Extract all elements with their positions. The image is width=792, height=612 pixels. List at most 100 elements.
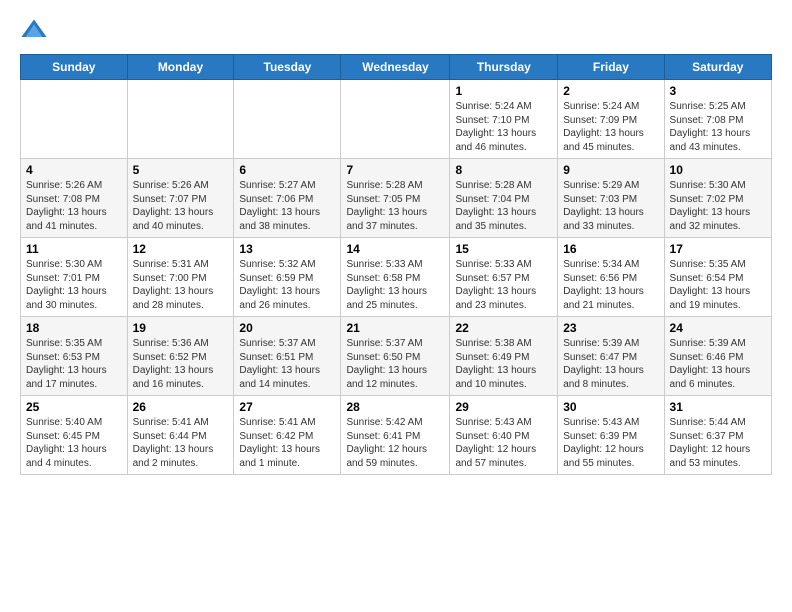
weekday-header-wednesday: Wednesday	[341, 55, 450, 80]
day-number: 23	[563, 321, 658, 335]
day-cell: 30 Sunrise: 5:43 AM Sunset: 6:39 PM Dayli…	[558, 396, 664, 475]
day-cell: 26 Sunrise: 5:41 AM Sunset: 6:44 PM Dayli…	[127, 396, 234, 475]
weekday-header-monday: Monday	[127, 55, 234, 80]
day-cell: 27 Sunrise: 5:41 AM Sunset: 6:42 PM Dayli…	[234, 396, 341, 475]
day-info: Sunrise: 5:34 AM Sunset: 6:56 PM Dayligh…	[563, 258, 658, 312]
day-number: 10	[670, 163, 766, 177]
day-info: Sunrise: 5:40 AM Sunset: 6:45 PM Dayligh…	[26, 416, 122, 470]
day-info: Sunrise: 5:28 AM Sunset: 7:05 PM Dayligh…	[346, 179, 444, 233]
day-cell	[127, 80, 234, 159]
day-cell: 10 Sunrise: 5:30 AM Sunset: 7:02 PM Dayli…	[664, 159, 771, 238]
day-number: 31	[670, 400, 766, 414]
day-cell: 18 Sunrise: 5:35 AM Sunset: 6:53 PM Dayli…	[21, 317, 128, 396]
day-info: Sunrise: 5:29 AM Sunset: 7:03 PM Dayligh…	[563, 179, 658, 233]
day-number: 24	[670, 321, 766, 335]
day-number: 1	[455, 84, 552, 98]
day-info: Sunrise: 5:43 AM Sunset: 6:39 PM Dayligh…	[563, 416, 658, 470]
logo-icon	[20, 16, 48, 44]
day-cell: 23 Sunrise: 5:39 AM Sunset: 6:47 PM Dayli…	[558, 317, 664, 396]
day-number: 5	[133, 163, 229, 177]
day-number: 3	[670, 84, 766, 98]
day-cell: 22 Sunrise: 5:38 AM Sunset: 6:49 PM Dayli…	[450, 317, 558, 396]
day-number: 29	[455, 400, 552, 414]
day-cell: 21 Sunrise: 5:37 AM Sunset: 6:50 PM Dayli…	[341, 317, 450, 396]
day-cell: 25 Sunrise: 5:40 AM Sunset: 6:45 PM Dayli…	[21, 396, 128, 475]
day-cell: 19 Sunrise: 5:36 AM Sunset: 6:52 PM Dayli…	[127, 317, 234, 396]
day-number: 20	[239, 321, 335, 335]
day-cell: 13Sunrise: 5:32 AM Sunset: 6:59 PM Dayli…	[234, 238, 341, 317]
day-info: Sunrise: 5:24 AM Sunset: 7:10 PM Dayligh…	[455, 100, 552, 154]
day-number: 2	[563, 84, 658, 98]
day-info: Sunrise: 5:36 AM Sunset: 6:52 PM Dayligh…	[133, 337, 229, 391]
weekday-header-sunday: Sunday	[21, 55, 128, 80]
day-info: Sunrise: 5:39 AM Sunset: 6:46 PM Dayligh…	[670, 337, 766, 391]
day-number: 14	[346, 242, 444, 256]
day-info: Sunrise: 5:24 AM Sunset: 7:09 PM Dayligh…	[563, 100, 658, 154]
day-cell: 7 Sunrise: 5:28 AM Sunset: 7:05 PM Daylig…	[341, 159, 450, 238]
day-info: Sunrise: 5:33 AM Sunset: 6:57 PM Dayligh…	[455, 258, 552, 312]
day-number: 7	[346, 163, 444, 177]
day-number: 30	[563, 400, 658, 414]
page: SundayMondayTuesdayWednesdayThursdayFrid…	[0, 0, 792, 485]
day-cell: 8Sunrise: 5:28 AM Sunset: 7:04 PM Daylig…	[450, 159, 558, 238]
day-info: Sunrise: 5:43 AM Sunset: 6:40 PM Dayligh…	[455, 416, 552, 470]
day-number: 28	[346, 400, 444, 414]
day-info: Sunrise: 5:35 AM Sunset: 6:53 PM Dayligh…	[26, 337, 122, 391]
day-info: Sunrise: 5:39 AM Sunset: 6:47 PM Dayligh…	[563, 337, 658, 391]
day-info: Sunrise: 5:27 AM Sunset: 7:06 PM Dayligh…	[239, 179, 335, 233]
day-cell: 4Sunrise: 5:26 AM Sunset: 7:08 PM Daylig…	[21, 159, 128, 238]
day-number: 4	[26, 163, 122, 177]
weekday-header-friday: Friday	[558, 55, 664, 80]
day-number: 22	[455, 321, 552, 335]
day-info: Sunrise: 5:37 AM Sunset: 6:50 PM Dayligh…	[346, 337, 444, 391]
day-cell: 11 Sunrise: 5:30 AM Sunset: 7:01 PM Dayli…	[21, 238, 128, 317]
day-cell: 5Sunrise: 5:26 AM Sunset: 7:07 PM Daylig…	[127, 159, 234, 238]
weekday-header-saturday: Saturday	[664, 55, 771, 80]
day-cell: 3 Sunrise: 5:25 AM Sunset: 7:08 PM Daylig…	[664, 80, 771, 159]
day-cell	[234, 80, 341, 159]
logo	[20, 16, 52, 44]
day-number: 21	[346, 321, 444, 335]
day-info: Sunrise: 5:33 AM Sunset: 6:58 PM Dayligh…	[346, 258, 444, 312]
day-number: 27	[239, 400, 335, 414]
day-cell: 2 Sunrise: 5:24 AM Sunset: 7:09 PM Daylig…	[558, 80, 664, 159]
day-number: 18	[26, 321, 122, 335]
day-number: 9	[563, 163, 658, 177]
day-info: Sunrise: 5:41 AM Sunset: 6:44 PM Dayligh…	[133, 416, 229, 470]
weekday-header-thursday: Thursday	[450, 55, 558, 80]
day-info: Sunrise: 5:38 AM Sunset: 6:49 PM Dayligh…	[455, 337, 552, 391]
day-info: Sunrise: 5:37 AM Sunset: 6:51 PM Dayligh…	[239, 337, 335, 391]
day-cell: 28Sunrise: 5:42 AM Sunset: 6:41 PM Dayli…	[341, 396, 450, 475]
weekday-header-row: SundayMondayTuesdayWednesdayThursdayFrid…	[21, 55, 772, 80]
day-number: 26	[133, 400, 229, 414]
day-info: Sunrise: 5:31 AM Sunset: 7:00 PM Dayligh…	[133, 258, 229, 312]
week-row-1: 1 Sunrise: 5:24 AM Sunset: 7:10 PM Daylig…	[21, 80, 772, 159]
day-cell: 1 Sunrise: 5:24 AM Sunset: 7:10 PM Daylig…	[450, 80, 558, 159]
day-cell: 24 Sunrise: 5:39 AM Sunset: 6:46 PM Dayli…	[664, 317, 771, 396]
week-row-4: 18 Sunrise: 5:35 AM Sunset: 6:53 PM Dayli…	[21, 317, 772, 396]
day-number: 25	[26, 400, 122, 414]
week-row-5: 25 Sunrise: 5:40 AM Sunset: 6:45 PM Dayli…	[21, 396, 772, 475]
day-number: 16	[563, 242, 658, 256]
calendar-table: SundayMondayTuesdayWednesdayThursdayFrid…	[20, 54, 772, 475]
day-info: Sunrise: 5:25 AM Sunset: 7:08 PM Dayligh…	[670, 100, 766, 154]
day-info: Sunrise: 5:41 AM Sunset: 6:42 PM Dayligh…	[239, 416, 335, 470]
day-number: 6	[239, 163, 335, 177]
day-number: 19	[133, 321, 229, 335]
day-info: Sunrise: 5:35 AM Sunset: 6:54 PM Dayligh…	[670, 258, 766, 312]
day-info: Sunrise: 5:30 AM Sunset: 7:02 PM Dayligh…	[670, 179, 766, 233]
day-cell: 14 Sunrise: 5:33 AM Sunset: 6:58 PM Dayli…	[341, 238, 450, 317]
day-info: Sunrise: 5:44 AM Sunset: 6:37 PM Dayligh…	[670, 416, 766, 470]
header	[20, 16, 772, 44]
day-cell: 29 Sunrise: 5:43 AM Sunset: 6:40 PM Dayli…	[450, 396, 558, 475]
day-number: 11	[26, 242, 122, 256]
day-number: 8	[455, 163, 552, 177]
day-number: 12	[133, 242, 229, 256]
week-row-3: 11 Sunrise: 5:30 AM Sunset: 7:01 PM Dayli…	[21, 238, 772, 317]
day-info: Sunrise: 5:30 AM Sunset: 7:01 PM Dayligh…	[26, 258, 122, 312]
day-cell: 16 Sunrise: 5:34 AM Sunset: 6:56 PM Dayli…	[558, 238, 664, 317]
day-cell: 15Sunrise: 5:33 AM Sunset: 6:57 PM Dayli…	[450, 238, 558, 317]
day-cell: 17Sunrise: 5:35 AM Sunset: 6:54 PM Dayli…	[664, 238, 771, 317]
weekday-header-tuesday: Tuesday	[234, 55, 341, 80]
day-cell: 31 Sunrise: 5:44 AM Sunset: 6:37 PM Dayli…	[664, 396, 771, 475]
